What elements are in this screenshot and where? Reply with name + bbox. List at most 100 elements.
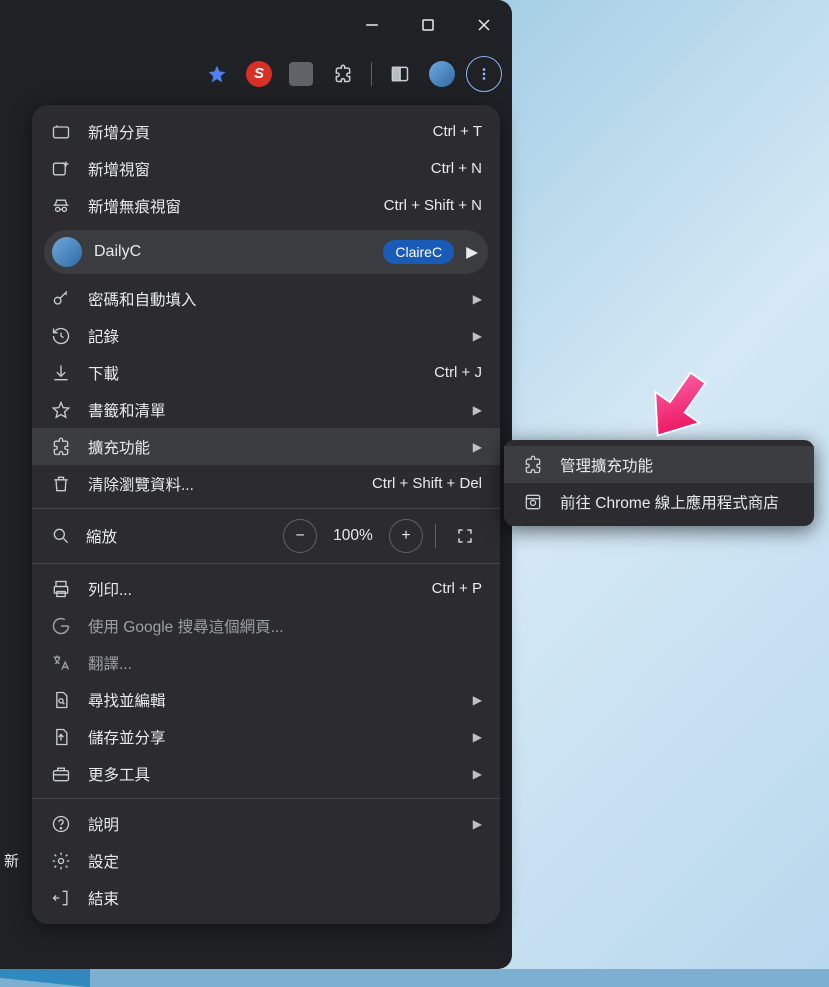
maximize-button[interactable] xyxy=(412,9,444,41)
menu-new-tab[interactable]: 新增分頁 Ctrl + T xyxy=(32,113,500,150)
page-search-icon xyxy=(50,690,72,710)
menu-downloads[interactable]: 下載 Ctrl + J xyxy=(32,354,500,391)
menu-label: 尋找並編輯 xyxy=(88,689,449,711)
menu-extensions[interactable]: 擴充功能 ▶ xyxy=(32,428,500,465)
profile-avatar xyxy=(52,237,82,267)
menu-profile-chip[interactable]: DailyC ClaireC ▶ xyxy=(44,230,488,274)
chevron-right-icon: ▶ xyxy=(473,730,482,744)
menu-translate[interactable]: 翻譯... xyxy=(32,644,500,681)
menu-label: 新增無痕視窗 xyxy=(88,195,368,217)
menu-google-search[interactable]: 使用 Google 搜尋這個網頁... xyxy=(32,607,500,644)
chevron-right-icon: ▶ xyxy=(473,440,482,454)
menu-more-tools[interactable]: 更多工具 ▶ xyxy=(32,755,500,792)
minimize-button[interactable] xyxy=(356,9,388,41)
puzzle-icon xyxy=(50,437,72,457)
menu-label: 使用 Google 搜尋這個網頁... xyxy=(88,615,482,637)
window-plus-icon xyxy=(50,159,72,179)
menu-new-incognito[interactable]: 新增無痕視窗 Ctrl + Shift + N xyxy=(32,187,500,224)
menu-label: 儲存並分享 xyxy=(88,726,449,748)
star-outline-icon xyxy=(50,400,72,420)
shortcut: Ctrl + N xyxy=(431,160,482,177)
menu-history[interactable]: 記錄 ▶ xyxy=(32,317,500,354)
side-panel-icon[interactable] xyxy=(382,56,418,92)
file-up-icon xyxy=(50,727,72,747)
chevron-right-icon: ▶ xyxy=(473,329,482,343)
chrome-main-menu: 新增分頁 Ctrl + T 新增視窗 Ctrl + N 新增無痕視窗 Ctrl … xyxy=(32,105,500,924)
toolbox-icon xyxy=(50,764,72,784)
zoom-in-button[interactable]: + xyxy=(389,519,423,553)
menu-label: 書籤和清單 xyxy=(88,399,449,421)
menu-exit[interactable]: 結束 xyxy=(32,879,500,916)
menu-new-window[interactable]: 新增視窗 Ctrl + N xyxy=(32,150,500,187)
print-icon xyxy=(50,579,72,599)
menu-help[interactable]: 說明 ▶ xyxy=(32,805,500,842)
menu-label: 新增分頁 xyxy=(88,121,417,143)
shortcut: Ctrl + P xyxy=(432,580,482,597)
shortcut: Ctrl + Shift + Del xyxy=(372,475,482,492)
menu-separator xyxy=(32,563,500,564)
menu-separator xyxy=(32,798,500,799)
zoom-divider xyxy=(435,524,436,548)
extension-swoosh-icon[interactable]: S xyxy=(241,56,277,92)
toolbar-divider xyxy=(371,62,372,86)
fullscreen-button[interactable] xyxy=(448,519,482,553)
annotation-arrow-icon xyxy=(636,365,726,460)
menu-label: 結束 xyxy=(88,887,482,909)
help-icon xyxy=(50,814,72,834)
menu-label: 說明 xyxy=(88,813,449,835)
shortcut: Ctrl + Shift + N xyxy=(384,197,482,214)
zoom-label: 縮放 xyxy=(86,525,269,547)
menu-label: 翻譯... xyxy=(88,652,482,674)
history-icon xyxy=(50,326,72,346)
menu-label: 設定 xyxy=(88,850,482,872)
menu-find-edit[interactable]: 尋找並編輯 ▶ xyxy=(32,681,500,718)
gear-icon xyxy=(50,851,72,871)
store-icon xyxy=(522,492,544,512)
sidebar-partial-text: 新 xyxy=(4,850,19,871)
menu-kebab-button[interactable] xyxy=(466,56,502,92)
menu-save-share[interactable]: 儲存並分享 ▶ xyxy=(32,718,500,755)
menu-settings[interactable]: 設定 xyxy=(32,842,500,879)
translate-icon xyxy=(50,653,72,673)
extensions-puzzle-icon[interactable] xyxy=(325,56,361,92)
chevron-right-icon: ▶ xyxy=(473,817,482,831)
shortcut: Ctrl + J xyxy=(434,364,482,381)
menu-label: 新增視窗 xyxy=(88,158,415,180)
menu-label: 更多工具 xyxy=(88,763,449,785)
incognito-icon xyxy=(50,196,72,216)
menu-label: 下載 xyxy=(88,362,418,384)
menu-zoom-row: 縮放 − 100% + xyxy=(32,515,500,557)
menu-label: 記錄 xyxy=(88,325,449,347)
chevron-right-icon: ▶ xyxy=(466,243,478,262)
menu-clear-data[interactable]: 清除瀏覽資料... Ctrl + Shift + Del xyxy=(32,465,500,502)
chevron-right-icon: ▶ xyxy=(473,403,482,417)
chevron-right-icon: ▶ xyxy=(473,767,482,781)
puzzle-icon xyxy=(522,455,544,475)
download-icon xyxy=(50,363,72,383)
menu-bookmarks[interactable]: 書籤和清單 ▶ xyxy=(32,391,500,428)
extension-grey-icon[interactable] xyxy=(283,56,319,92)
menu-label: 擴充功能 xyxy=(88,436,449,458)
menu-separator xyxy=(32,508,500,509)
exit-icon xyxy=(50,888,72,908)
profile-avatar-icon[interactable] xyxy=(424,56,460,92)
menu-print[interactable]: 列印... Ctrl + P xyxy=(32,570,500,607)
magnifier-icon xyxy=(50,526,72,546)
menu-passwords[interactable]: 密碼和自動填入 ▶ xyxy=(32,280,500,317)
close-window-button[interactable] xyxy=(468,9,500,41)
chevron-right-icon: ▶ xyxy=(473,292,482,306)
browser-toolbar: S xyxy=(0,50,512,98)
window-titlebar xyxy=(0,0,512,50)
zoom-out-button[interactable]: − xyxy=(283,519,317,553)
key-icon xyxy=(50,289,72,309)
submenu-chrome-web-store[interactable]: 前往 Chrome 線上應用程式商店 xyxy=(504,483,814,520)
profile-badge: ClaireC xyxy=(383,240,454,264)
google-g-icon xyxy=(50,616,72,636)
menu-label: 密碼和自動填入 xyxy=(88,288,449,310)
menu-label: 清除瀏覽資料... xyxy=(88,473,356,495)
bookmark-star-icon[interactable] xyxy=(199,56,235,92)
tab-icon xyxy=(50,122,72,142)
zoom-value: 100% xyxy=(323,527,383,545)
profile-name: DailyC xyxy=(94,243,371,261)
submenu-label: 前往 Chrome 線上應用程式商店 xyxy=(560,491,796,513)
